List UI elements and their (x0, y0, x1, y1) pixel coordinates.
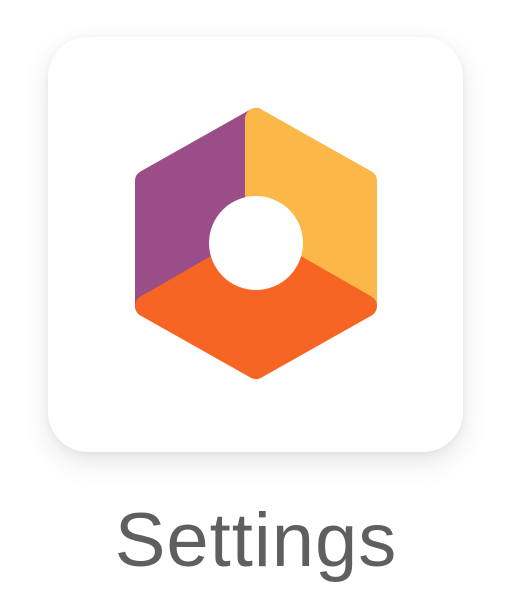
app-launcher: Settings (0, 0, 512, 594)
app-label[interactable]: Settings (0, 496, 512, 586)
settings-hexagon-icon (135, 108, 377, 379)
settings-app-tile[interactable] (48, 37, 463, 452)
